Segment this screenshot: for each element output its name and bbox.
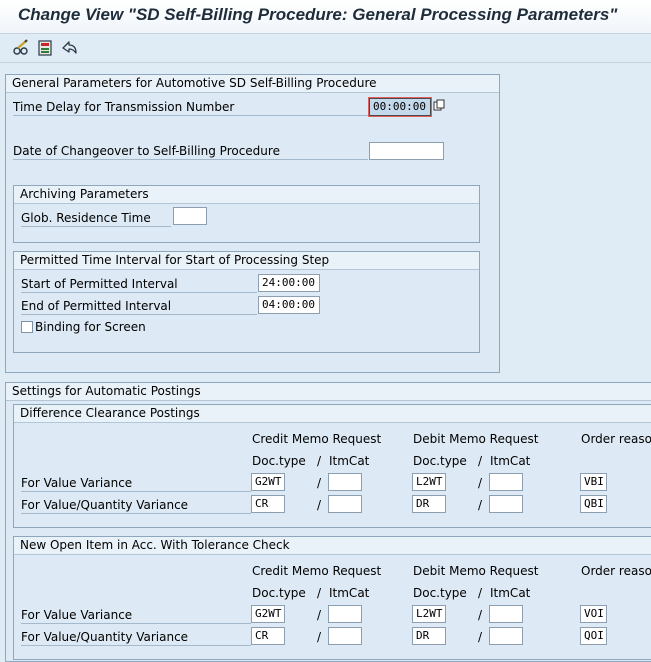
permitted-interval-header: Permitted Time Interval for Start of Pro…: [14, 252, 479, 270]
slash-separator: /: [478, 608, 483, 622]
slash-separator: /: [478, 454, 483, 468]
time-delay-input[interactable]: 00:00:00: [369, 98, 431, 116]
order-reason-input[interactable]: VBI: [580, 473, 607, 491]
slash-separator: /: [478, 498, 483, 512]
debit-doctype-input[interactable]: DR: [412, 495, 446, 513]
debit-doctype-input[interactable]: L2WT: [412, 605, 446, 623]
changeover-label: Date of Changeover to Self-Billing Proce…: [13, 143, 368, 160]
row-label: For Value/Quantity Variance: [21, 497, 251, 514]
debit-itmcat-input[interactable]: [489, 605, 523, 623]
debit-memo-header: Debit Memo Request: [413, 564, 539, 578]
slash-separator: /: [317, 454, 322, 468]
time-delay-label: Time Delay for Transmission Number: [13, 99, 368, 116]
credit-doctype-header: Doc.type: [252, 454, 306, 468]
undo-icon[interactable]: [60, 39, 78, 57]
glasses-pencil-icon[interactable]: [12, 39, 30, 57]
general-parameters-header: General Parameters for Automotive SD Sel…: [6, 75, 499, 93]
debit-doctype-input[interactable]: L2WT: [412, 473, 446, 491]
slash-separator: /: [478, 476, 483, 490]
save-local-icon[interactable]: [36, 39, 54, 57]
credit-memo-header: Credit Memo Request: [252, 432, 382, 446]
credit-doctype-input[interactable]: CR: [251, 495, 285, 513]
credit-itmcat-header: ItmCat: [329, 454, 370, 468]
slash-separator: /: [317, 630, 322, 644]
debit-doctype-header: Doc.type: [413, 454, 467, 468]
copy-icon[interactable]: [433, 99, 445, 111]
difference-clearance-group: Difference Clearance Postings Credit Mem…: [13, 404, 651, 528]
page-title: Change View "SD Self-Billing Procedure: …: [18, 5, 618, 24]
credit-itmcat-input[interactable]: [328, 605, 362, 623]
difference-clearance-header: Difference Clearance Postings: [14, 405, 651, 423]
order-reason-header: Order reason: [581, 564, 651, 578]
credit-itmcat-header: ItmCat: [329, 586, 370, 600]
credit-doctype-input[interactable]: G2WT: [251, 473, 285, 491]
archiving-parameters-header: Archiving Parameters: [14, 186, 479, 204]
end-interval-input[interactable]: 04:00:00: [258, 296, 320, 314]
residence-time-label: Glob. Residence Time: [21, 210, 171, 227]
slash-separator: /: [317, 498, 322, 512]
end-interval-label: End of Permitted Interval: [21, 298, 257, 315]
debit-itmcat-input[interactable]: [489, 473, 523, 491]
slash-separator: /: [478, 586, 483, 600]
title-bar: Change View "SD Self-Billing Procedure: …: [0, 0, 651, 34]
order-reason-input[interactable]: QOI: [580, 627, 607, 645]
new-open-item-group: New Open Item in Acc. With Tolerance Che…: [13, 536, 651, 660]
binding-for-screen-checkbox[interactable]: [21, 321, 33, 333]
slash-separator: /: [317, 608, 322, 622]
slash-separator: /: [317, 586, 322, 600]
order-reason-input[interactable]: QBI: [580, 495, 607, 513]
slash-separator: /: [478, 630, 483, 644]
slash-separator: /: [317, 476, 322, 490]
changeover-date-input[interactable]: [369, 142, 444, 160]
start-interval-label: Start of Permitted Interval: [21, 276, 257, 293]
debit-itmcat-header: ItmCat: [490, 586, 531, 600]
application-toolbar: [0, 34, 651, 63]
start-interval-input[interactable]: 24:00:00: [258, 274, 320, 292]
row-label: For Value Variance: [21, 475, 251, 492]
credit-itmcat-input[interactable]: [328, 473, 362, 491]
binding-for-screen-label: Binding for Screen: [35, 320, 146, 334]
new-open-item-header: New Open Item in Acc. With Tolerance Che…: [14, 537, 651, 555]
permitted-interval-group: Permitted Time Interval for Start of Pro…: [13, 251, 480, 353]
credit-doctype-input[interactable]: G2WT: [251, 605, 285, 623]
debit-itmcat-input[interactable]: [489, 495, 523, 513]
row-label: For Value/Quantity Variance: [21, 629, 251, 646]
credit-memo-header: Credit Memo Request: [252, 564, 382, 578]
debit-itmcat-input[interactable]: [489, 627, 523, 645]
general-parameters-group: General Parameters for Automotive SD Sel…: [5, 74, 500, 373]
order-reason-header: Order reason: [581, 432, 651, 446]
archiving-parameters-group: Archiving Parameters Glob. Residence Tim…: [13, 185, 480, 243]
credit-itmcat-input[interactable]: [328, 627, 362, 645]
credit-doctype-header: Doc.type: [252, 586, 306, 600]
row-label: For Value Variance: [21, 607, 251, 624]
debit-doctype-input[interactable]: DR: [412, 627, 446, 645]
credit-itmcat-input[interactable]: [328, 495, 362, 513]
credit-doctype-input[interactable]: CR: [251, 627, 285, 645]
debit-memo-header: Debit Memo Request: [413, 432, 539, 446]
debit-doctype-header: Doc.type: [413, 586, 467, 600]
automatic-postings-group: Settings for Automatic Postings Differen…: [5, 382, 651, 662]
residence-time-input[interactable]: [173, 207, 207, 225]
automatic-postings-header: Settings for Automatic Postings: [6, 383, 651, 401]
order-reason-input[interactable]: VOI: [580, 605, 607, 623]
debit-itmcat-header: ItmCat: [490, 454, 531, 468]
